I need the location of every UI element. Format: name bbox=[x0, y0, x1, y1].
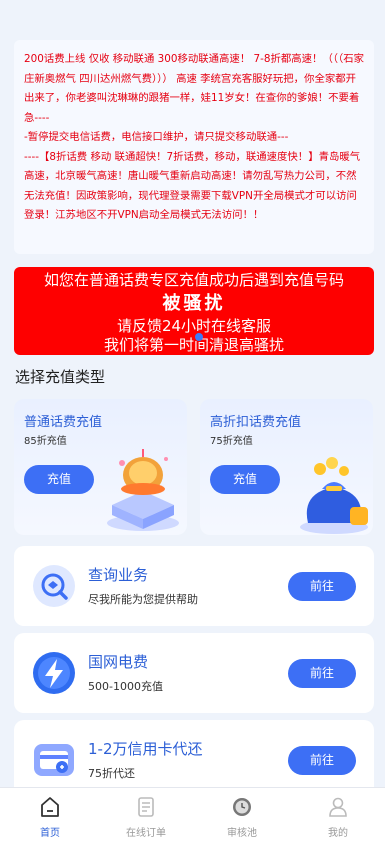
notice-paragraph: 200话费上线 仅收 移动联通 300移动联通高速！ 7-8折都高速！（（（石家… bbox=[24, 53, 364, 124]
carousel-dot bbox=[195, 333, 203, 341]
service-title: 1-2万信用卡代还 bbox=[88, 740, 203, 758]
home-icon bbox=[41, 797, 59, 817]
banner-line: 请反馈24小时在线客服 bbox=[116, 317, 272, 335]
recharge-button[interactable]: 充值 bbox=[210, 465, 280, 494]
tab-label: 在线订单 bbox=[126, 828, 166, 839]
service-title: 国网电费 bbox=[88, 653, 149, 671]
service-query[interactable]: 查询业务 尽我所能为您提供帮助 前往 bbox=[14, 546, 374, 626]
bottom-tab-bar: 首页 在线订单 审核池 我的 bbox=[0, 787, 385, 842]
lightning-icon bbox=[33, 652, 75, 694]
notice-paragraph: ----【8折话费 移动 联通超快！7折话费，移动，联通速度快！】青岛暖气高速，… bbox=[24, 150, 361, 222]
banner-line: 我们将第一时间清退高骚扰 bbox=[103, 336, 284, 354]
recharge-button[interactable]: 充值 bbox=[24, 465, 94, 494]
service-desc: 500-1000充值 bbox=[88, 680, 163, 693]
harassment-banner[interactable]: 如您在普通话费专区充值成功后遇到充值号码 被骚扰 请反馈24小时在线客服 我们将… bbox=[14, 267, 374, 355]
go-button[interactable]: 前往 bbox=[288, 659, 356, 688]
banner-headline: 被骚扰 bbox=[162, 293, 226, 314]
notice-paragraph: -暂停提交电信话费，电信接口维护，请只提交移动联通--- bbox=[24, 131, 289, 143]
service-title: 查询业务 bbox=[88, 566, 149, 584]
gift-box-illustration bbox=[107, 449, 179, 531]
tab-review-pool[interactable]: 审核池 bbox=[194, 788, 290, 842]
tab-orders[interactable]: 在线订单 bbox=[98, 788, 194, 842]
recharge-card-title: 高折扣话费充值 bbox=[210, 415, 302, 430]
recharge-card-title: 普通话费充值 bbox=[24, 415, 103, 430]
service-desc: 75折代还 bbox=[88, 767, 135, 780]
service-electricity[interactable]: 国网电费 500-1000充值 前往 bbox=[14, 633, 374, 713]
section-title: 选择充值类型 bbox=[15, 368, 106, 386]
go-button[interactable]: 前往 bbox=[288, 572, 356, 601]
recharge-card-normal[interactable]: 普通话费充值 85折充值 充值 bbox=[14, 399, 187, 535]
go-button[interactable]: 前往 bbox=[288, 746, 356, 775]
clock-icon bbox=[233, 798, 251, 816]
tab-label: 审核池 bbox=[227, 828, 257, 839]
credit-card-icon bbox=[34, 744, 74, 776]
tab-home[interactable]: 首页 bbox=[2, 788, 98, 842]
order-icon bbox=[138, 797, 154, 817]
tab-mine[interactable]: 我的 bbox=[290, 788, 385, 842]
tab-label: 我的 bbox=[328, 828, 348, 839]
service-desc: 尽我所能为您提供帮助 bbox=[88, 593, 198, 606]
tab-label: 首页 bbox=[40, 828, 60, 839]
money-bag-illustration bbox=[300, 457, 368, 534]
page-root: 〜〜〜 〜〜〜 200话费上线 仅收 移动联通 300移动联通高速！ 7-8折都… bbox=[0, 0, 385, 842]
recharge-card-subtitle: 85折充值 bbox=[24, 436, 67, 447]
search-box-icon bbox=[33, 565, 75, 607]
recharge-card-discount[interactable]: 高折扣话费充值 75折充值 充值 bbox=[200, 399, 373, 535]
user-icon bbox=[329, 797, 347, 817]
notice-board: 200话费上线 仅收 移动联通 300移动联通高速！ 7-8折都高速！（（（石家… bbox=[14, 40, 374, 254]
banner-line: 如您在普通话费专区充值成功后遇到充值号码 bbox=[43, 271, 344, 289]
recharge-card-subtitle: 75折充值 bbox=[210, 436, 253, 447]
